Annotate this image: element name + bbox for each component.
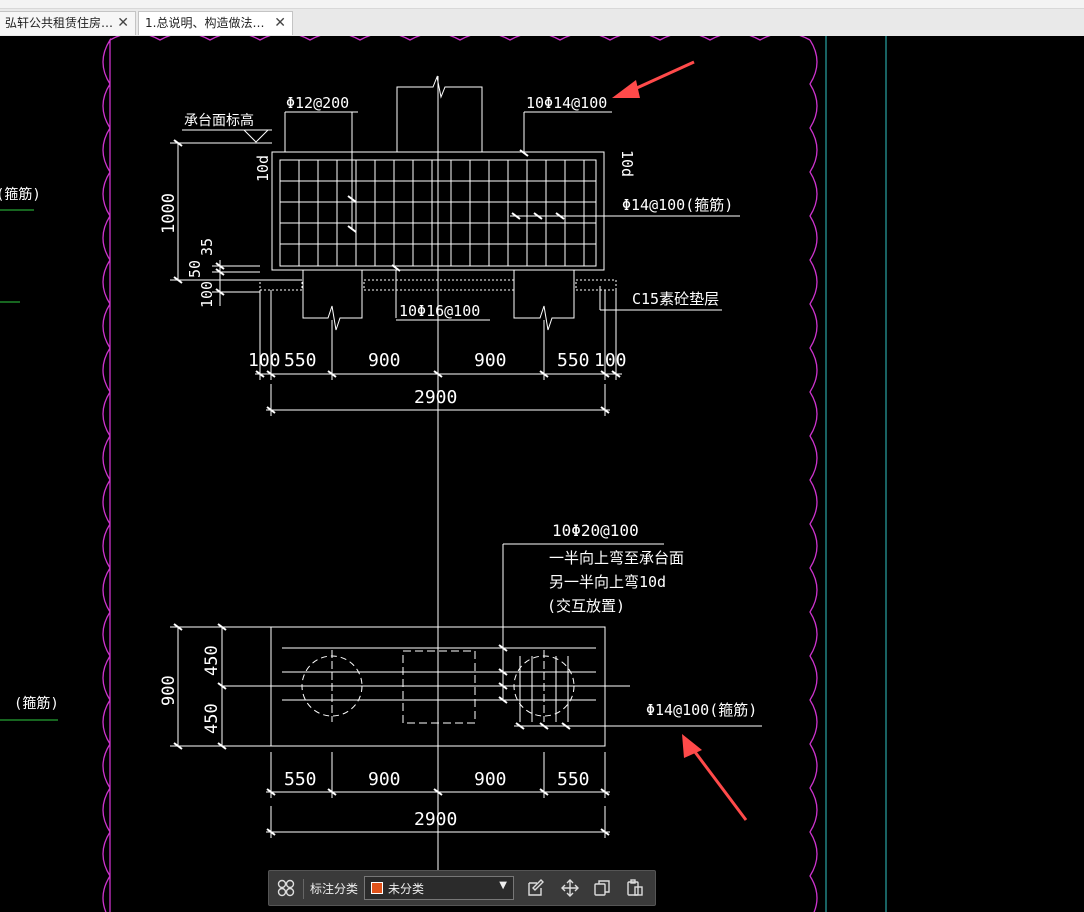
move-icon[interactable]: [560, 878, 580, 898]
dim-label: 550: [557, 769, 590, 790]
anchor-label-left: 10d: [254, 155, 272, 182]
stirrup-label-section: Φ14@100(箍筋): [622, 196, 733, 214]
bottom-rebar-label: 10Φ16@100: [399, 302, 480, 320]
rebar-label-top: Φ12@200: [286, 94, 349, 112]
total-dim-label: 2900: [414, 387, 457, 408]
height-dim: 1000: [159, 193, 179, 234]
anchor-label-right: 10d: [618, 150, 636, 177]
rebar-label-top-right: 10Φ14@100: [526, 94, 607, 112]
dim-50: 50: [186, 260, 204, 278]
dim-35: 35: [198, 238, 216, 256]
plan-half-dim: 450: [202, 645, 222, 676]
dim-100: 100: [198, 281, 216, 308]
bedding-label: C15素砼垫层: [632, 290, 719, 308]
dim-label: 900: [368, 769, 401, 790]
paste-icon[interactable]: [625, 878, 645, 898]
cad-canvas[interactable]: (箍筋) (箍筋) Φ12@200 10Φ14@100 承台面标高 10d 10…: [0, 36, 1084, 912]
dim-label: 550: [284, 350, 317, 371]
tab-drawing-2[interactable]: 1.总说明、构造做法… ✕: [138, 11, 293, 35]
tab-label: 弘轩公共租赁住房…: [5, 16, 114, 30]
plan-width-dim: 900: [159, 675, 179, 706]
dim-label: 100: [594, 350, 627, 371]
tab-drawing-1[interactable]: 弘轩公共租赁住房… ✕: [0, 11, 136, 35]
annotation-toolbar: 标注分类 未分类 ▼: [268, 870, 656, 906]
total-dim-label: 2900: [414, 809, 457, 830]
apps-icon[interactable]: [276, 878, 296, 898]
left-rebar-label: (箍筋): [0, 186, 41, 203]
plan-half-dim: 450: [202, 703, 222, 734]
cap-level-label: 承台面标高: [184, 112, 254, 129]
category-select[interactable]: 未分类 ▼: [364, 876, 514, 900]
plan-rebar-note: 一半向上弯至承台面: [549, 549, 684, 567]
category-value: 未分类: [388, 882, 425, 896]
category-swatch: [371, 882, 383, 894]
dim-label: 900: [474, 769, 507, 790]
plan-rebar-note: 另一半向上弯10d: [549, 573, 666, 591]
dim-label: 100: [248, 350, 281, 371]
tab-bar: 弘轩公共租赁住房… ✕ 1.总说明、构造做法… ✕: [0, 9, 1084, 37]
dim-label: 550: [284, 769, 317, 790]
edit-icon[interactable]: [526, 878, 546, 898]
copy-icon[interactable]: [592, 878, 612, 898]
close-icon[interactable]: ✕: [274, 12, 286, 35]
stirrup-label-plan: Φ14@100(箍筋): [646, 701, 757, 719]
left-rebar-label: (箍筋): [14, 695, 59, 712]
plan-rebar-note: (交互放置): [547, 597, 625, 615]
menu-bar: [0, 0, 1084, 9]
close-icon[interactable]: ✕: [117, 12, 129, 35]
dim-label: 900: [368, 350, 401, 371]
plan-rebar-note: 10Φ20@100: [552, 521, 639, 540]
dim-label: 550: [557, 350, 590, 371]
tab-label: 1.总说明、构造做法…: [145, 16, 265, 30]
dim-label: 900: [474, 350, 507, 371]
category-label: 标注分类: [310, 882, 359, 896]
toolbar-divider: [303, 879, 304, 899]
chevron-down-icon: ▼: [499, 880, 507, 891]
